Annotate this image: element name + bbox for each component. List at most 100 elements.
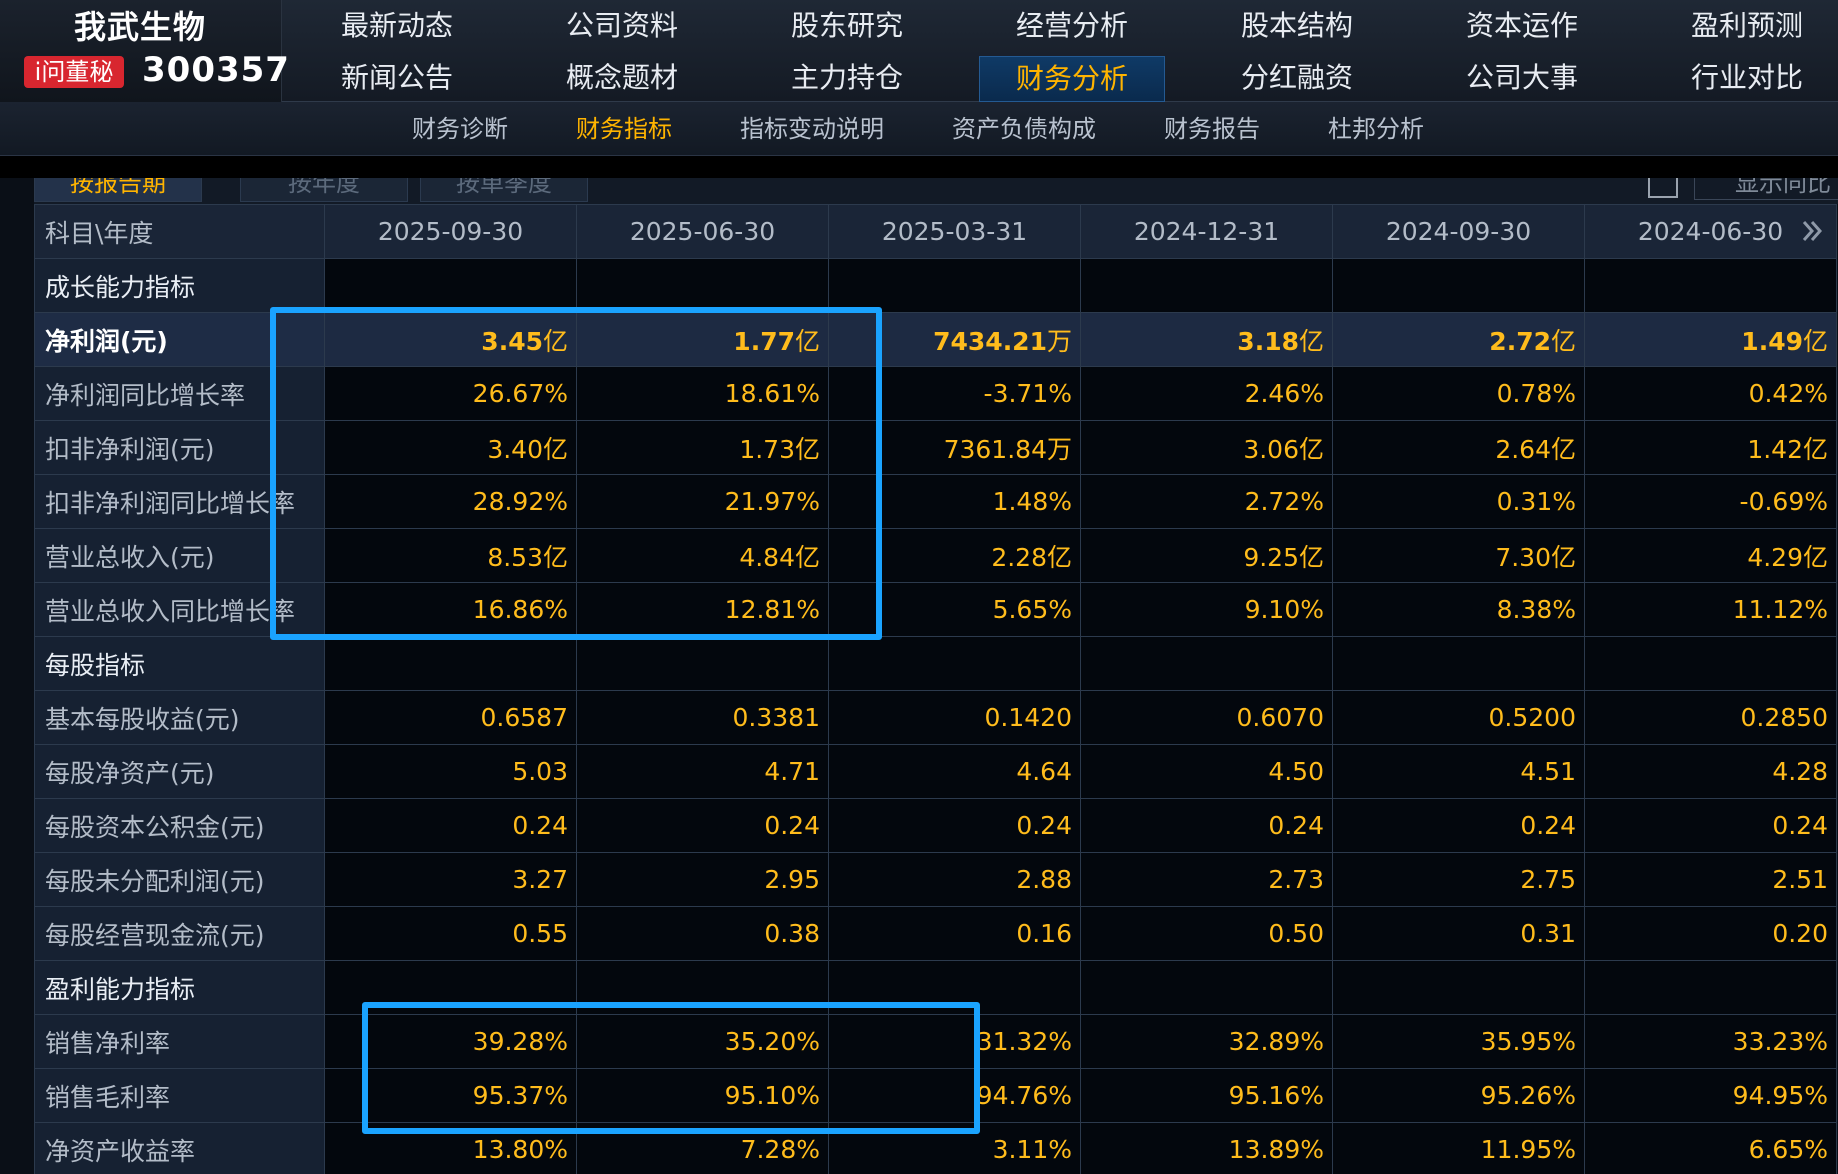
value-cell xyxy=(828,258,1081,313)
value-cell xyxy=(1080,960,1333,1015)
nav-item[interactable]: 新闻公告 xyxy=(304,56,490,102)
cell-unit: 亿 xyxy=(1550,326,1576,356)
nav-item[interactable]: 经营分析 xyxy=(979,4,1165,50)
cell-unit: 亿 xyxy=(1046,542,1072,572)
value-cell: 4.29亿 xyxy=(1584,528,1837,583)
nav-item[interactable]: 主力持仓 xyxy=(754,56,940,102)
row-label: 基本每股收益(元) xyxy=(34,690,325,745)
cell-number: 3.18 xyxy=(1237,326,1299,356)
top-header: 我武生物 i问董秘 300357 最新动态 公司资料 股东研究 经营分析 股本结构 资本运… xyxy=(0,0,1838,102)
value-cell: 32.89% xyxy=(1080,1014,1333,1069)
cell-number: 13.89% xyxy=(1228,1135,1324,1164)
cell-number: 7434.21 xyxy=(933,326,1047,356)
cell-number: 2.64 xyxy=(1495,434,1551,464)
value-cell xyxy=(1080,636,1333,691)
cell-number: 0.24 xyxy=(1268,811,1324,840)
cell-number: 0.38 xyxy=(764,919,820,948)
cell-number: 4.64 xyxy=(1016,757,1072,786)
subnav-tab[interactable]: 财务报告 xyxy=(1164,102,1260,156)
cell-number: 3.06 xyxy=(1243,434,1299,464)
value-cell: 3.18亿 xyxy=(1080,312,1333,367)
stock-brand: 我武生物 i问董秘 300357 xyxy=(0,0,289,102)
cell-unit: 亿 xyxy=(1298,542,1324,572)
value-cell: 0.24 xyxy=(1584,798,1837,853)
nav-item[interactable]: 分红融资 xyxy=(1204,56,1390,102)
value-cell xyxy=(1584,258,1837,313)
stock-code: 300357 xyxy=(142,50,290,90)
cell-number: 4.71 xyxy=(764,757,820,786)
cell-number: 3.11% xyxy=(992,1135,1072,1164)
value-cell: 4.51 xyxy=(1332,744,1585,799)
value-cell: 0.6070 xyxy=(1080,690,1333,745)
value-cell xyxy=(1080,258,1333,313)
period-tab[interactable]: 按单季度 xyxy=(420,178,588,202)
nav-item[interactable]: 股东研究 xyxy=(754,4,940,50)
cell-number: 94.76% xyxy=(976,1081,1072,1110)
ask-secretary-button[interactable]: i问董秘 xyxy=(24,56,124,88)
column-header-period[interactable]: 2024-06-30 xyxy=(1584,204,1837,259)
cell-number: 2.46% xyxy=(1244,379,1324,408)
value-cell xyxy=(1332,636,1585,691)
cell-number: 0.42% xyxy=(1748,379,1828,408)
section-label: 每股指标 xyxy=(34,636,325,691)
nav-item[interactable]: 盈利预测 xyxy=(1654,4,1838,50)
nav-item[interactable]: 股本结构 xyxy=(1204,4,1390,50)
value-cell: 3.27 xyxy=(324,852,577,907)
subnav-tab[interactable]: 指标变动说明 xyxy=(740,102,884,156)
nav-item[interactable]: 公司大事 xyxy=(1429,56,1615,102)
nav-item[interactable]: 财务分析 xyxy=(979,56,1165,102)
subnav-tab[interactable]: 资产负债构成 xyxy=(952,102,1096,156)
value-cell: 11.12% xyxy=(1584,582,1837,637)
value-cell xyxy=(324,636,577,691)
nav-item[interactable]: 最新动态 xyxy=(304,4,490,50)
subnav-tab[interactable]: 财务指标 xyxy=(576,102,672,156)
cell-number: 11.95% xyxy=(1480,1135,1576,1164)
subnav-tab[interactable]: 杜邦分析 xyxy=(1328,102,1424,156)
cell-number: 2.73 xyxy=(1268,865,1324,894)
value-cell: 8.38% xyxy=(1332,582,1585,637)
section-row: 成长能力指标 xyxy=(34,258,1837,313)
cell-unit: 亿 xyxy=(1802,542,1828,572)
value-cell: 2.72亿 xyxy=(1332,312,1585,367)
cell-number: 3.27 xyxy=(512,865,568,894)
column-header-period[interactable]: 2024-09-30 xyxy=(1332,204,1585,259)
subnav-tab[interactable]: 财务诊断 xyxy=(412,102,508,156)
cell-number: 0.6070 xyxy=(1236,703,1324,732)
column-header-period[interactable]: 2025-03-31 xyxy=(828,204,1081,259)
value-cell: 3.06亿 xyxy=(1080,420,1333,475)
value-cell xyxy=(1332,960,1585,1015)
nav-item[interactable]: 概念题材 xyxy=(529,56,715,102)
row-label: 每股未分配利润(元) xyxy=(34,852,325,907)
period-tab[interactable]: 按报告期 xyxy=(34,178,202,202)
cell-number: 2.88 xyxy=(1016,865,1072,894)
column-header-period[interactable]: 2025-06-30 xyxy=(576,204,829,259)
annotation-box-margin xyxy=(362,1002,980,1134)
table-row: 每股经营现金流(元) 0.55 0.38 0.16 0.50 0.31 0.20 xyxy=(34,906,1837,961)
cell-number: 4.29 xyxy=(1747,542,1803,572)
period-tab[interactable]: 按年度 xyxy=(240,178,408,202)
nav-item[interactable]: 资本运作 xyxy=(1429,4,1615,50)
value-cell xyxy=(1584,960,1837,1015)
nav-item[interactable]: 行业对比 xyxy=(1654,56,1838,102)
cell-number: 1.49 xyxy=(1741,326,1803,356)
nav-item[interactable]: 公司资料 xyxy=(529,4,715,50)
double-chevron-right-icon[interactable] xyxy=(1800,219,1824,243)
row-label: 销售毛利率 xyxy=(34,1068,325,1123)
cell-unit: 亿 xyxy=(1802,434,1828,464)
period-tabs: 显示同比 按报告期 按年度 按单季度 xyxy=(34,178,1838,204)
annotation-box-growth xyxy=(270,307,882,640)
cell-number: 11.12% xyxy=(1732,595,1828,624)
yoy-toggle-label[interactable]: 显示同比 xyxy=(1694,178,1838,200)
cell-number: 0.1420 xyxy=(984,703,1072,732)
yoy-checkbox[interactable] xyxy=(1648,178,1678,198)
cell-number: 0.5200 xyxy=(1488,703,1576,732)
column-header-period[interactable]: 2025-09-30 xyxy=(324,204,577,259)
cell-number: 9.25 xyxy=(1243,542,1299,572)
cell-number: 0.31% xyxy=(1496,487,1576,516)
value-cell: 0.6587 xyxy=(324,690,577,745)
cell-number: 5.03 xyxy=(512,757,568,786)
column-header-subject: 科目\年度 xyxy=(34,204,325,259)
column-header-period[interactable]: 2024-12-31 xyxy=(1080,204,1333,259)
value-cell: 0.24 xyxy=(1080,798,1333,853)
cell-number: 2.28 xyxy=(991,542,1047,572)
